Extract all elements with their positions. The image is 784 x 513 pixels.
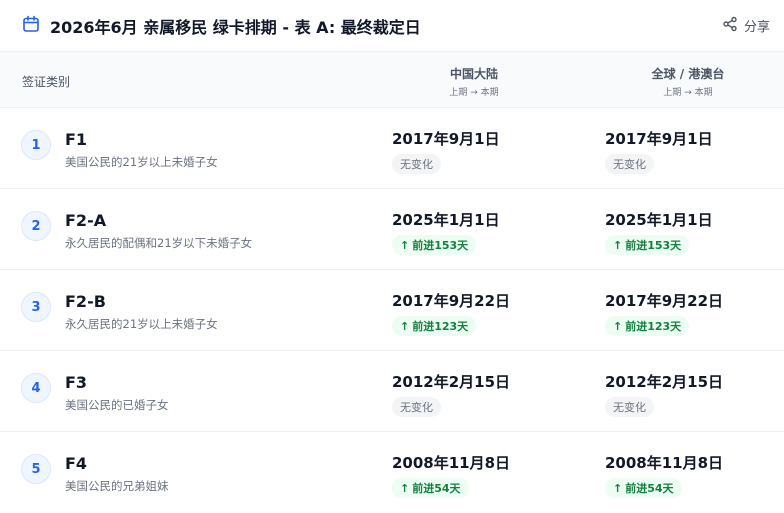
row-number: 3 bbox=[21, 292, 51, 322]
date-value: 2017年9月22日 bbox=[392, 292, 511, 310]
share-icon bbox=[722, 16, 738, 36]
category-description: 美国公民的21岁以上未婚子女 bbox=[65, 155, 218, 169]
badge-text: 前进54天 bbox=[412, 482, 461, 495]
arrow-up-icon: ↑ bbox=[400, 481, 410, 495]
date-value: 2025年1月1日 bbox=[605, 211, 713, 229]
date-value: 2012年2月15日 bbox=[605, 373, 724, 391]
date-value: 2017年9月1日 bbox=[392, 130, 500, 148]
badge-text: 无变化 bbox=[613, 158, 646, 171]
category-description: 永久居民的21岁以上未婚子女 bbox=[65, 317, 218, 331]
date-value: 2008年11月8日 bbox=[605, 454, 724, 472]
category-column-header: 签证类别 bbox=[22, 75, 71, 89]
category-cell: F2-A 永久居民的配偶和21岁以下未婚子女 bbox=[65, 211, 252, 251]
badge-text: 无变化 bbox=[613, 401, 646, 414]
global-date-cell: 2012年2月15日 无变化 bbox=[605, 371, 723, 417]
date-value: 2017年9月1日 bbox=[605, 130, 713, 148]
arrow-up-icon: ↑ bbox=[613, 319, 623, 333]
column-subtitle: 上期 → 本期 bbox=[449, 88, 499, 98]
column-subtitle: 上期 → 本期 bbox=[663, 88, 713, 98]
global-date-cell: 2017年9月1日 无变化 bbox=[605, 128, 713, 174]
badge-text: 前进123天 bbox=[625, 320, 682, 333]
badge-text: 前进153天 bbox=[412, 239, 469, 252]
category-cell: F1 美国公民的21岁以上未婚子女 bbox=[65, 130, 218, 170]
table-header: 签证类别 中国大陆 上期 → 本期 全球 / 港澳台 上期 → 本期 bbox=[0, 52, 784, 108]
category-cell: F2-B 永久居民的21岁以上未婚子女 bbox=[65, 292, 218, 332]
table-row[interactable]: 4 F3 美国公民的已婚子女 2012年2月15日 无变化 2012年2月15日… bbox=[0, 351, 784, 432]
category-description: 美国公民的兄弟姐妹 bbox=[65, 479, 169, 493]
date-value: 2025年1月1日 bbox=[392, 211, 500, 229]
category-code: F4 bbox=[65, 454, 88, 473]
table-body: 1 F1 美国公民的21岁以上未婚子女 2017年9月1日 无变化 2017年9… bbox=[0, 108, 784, 513]
row-number: 1 bbox=[21, 130, 51, 160]
category-code: F1 bbox=[65, 130, 88, 149]
china-date-cell: 2017年9月22日 ↑ 前进123天 bbox=[392, 290, 510, 336]
arrow-up-icon: ↑ bbox=[613, 481, 623, 495]
badge-text: 前进54天 bbox=[625, 482, 674, 495]
china-date-cell: 2025年1月1日 ↑ 前进153天 bbox=[392, 209, 500, 255]
category-description: 永久居民的配偶和21岁以下未婚子女 bbox=[65, 236, 253, 250]
china-date-cell: 2012年2月15日 无变化 bbox=[392, 371, 510, 417]
global-date-cell: 2008年11月8日 ↑ 前进54天 bbox=[605, 452, 723, 498]
status-badge: ↑ 前进123天 bbox=[605, 316, 690, 336]
column-header-china: 中国大陆 上期 → 本期 bbox=[394, 65, 554, 98]
global-date-cell: 2025年1月1日 ↑ 前进153天 bbox=[605, 209, 713, 255]
badge-text: 前进153天 bbox=[625, 239, 682, 252]
status-badge: ↑ 前进123天 bbox=[392, 316, 477, 336]
row-number: 2 bbox=[21, 211, 51, 241]
date-value: 2012年2月15日 bbox=[392, 373, 511, 391]
category-cell: F3 美国公民的已婚子女 bbox=[65, 373, 169, 413]
table-row[interactable]: 5 F4 美国公民的兄弟姐妹 2008年11月8日 ↑ 前进54天 2008年11… bbox=[0, 432, 784, 513]
status-badge: 无变化 bbox=[605, 397, 654, 417]
badge-text: 前进123天 bbox=[412, 320, 469, 333]
status-badge: 无变化 bbox=[392, 397, 441, 417]
status-badge: 无变化 bbox=[392, 154, 441, 174]
date-value: 2008年11月8日 bbox=[392, 454, 511, 472]
status-badge: ↑ 前进54天 bbox=[605, 478, 682, 498]
table-row[interactable]: 1 F1 美国公民的21岁以上未婚子女 2017年9月1日 无变化 2017年9… bbox=[0, 108, 784, 189]
table-row[interactable]: 2 F2-A 永久居民的配偶和21岁以下未婚子女 2025年1月1日 ↑ 前进15… bbox=[0, 189, 784, 270]
badge-text: 无变化 bbox=[400, 401, 433, 414]
page-title: 2026年6月 亲属移民 绿卡排期 - 表 A: 最终裁定日 bbox=[50, 17, 421, 37]
title-group: 2026年6月 亲属移民 绿卡排期 - 表 A: 最终裁定日 bbox=[22, 14, 421, 38]
category-code: F2-B bbox=[65, 292, 106, 311]
china-date-cell: 2008年11月8日 ↑ 前进54天 bbox=[392, 452, 510, 498]
column-name: 中国大陆 bbox=[449, 67, 498, 81]
share-label: 分享 bbox=[743, 20, 770, 35]
row-number: 5 bbox=[21, 454, 51, 484]
arrow-up-icon: ↑ bbox=[613, 238, 623, 252]
arrow-up-icon: ↑ bbox=[400, 238, 410, 252]
status-badge: ↑ 前进153天 bbox=[605, 235, 690, 255]
column-header-global: 全球 / 港澳台 上期 → 本期 bbox=[608, 65, 768, 98]
status-badge: ↑ 前进54天 bbox=[392, 478, 469, 498]
category-cell: F4 美国公民的兄弟姐妹 bbox=[65, 454, 169, 494]
arrow-up-icon: ↑ bbox=[400, 319, 410, 333]
badge-text: 无变化 bbox=[400, 158, 433, 171]
date-value: 2017年9月22日 bbox=[605, 292, 724, 310]
status-badge: ↑ 前进153天 bbox=[392, 235, 477, 255]
category-description: 美国公民的已婚子女 bbox=[65, 398, 169, 412]
china-date-cell: 2017年9月1日 无变化 bbox=[392, 128, 500, 174]
column-name: 全球 / 港澳台 bbox=[651, 67, 725, 81]
category-code: F3 bbox=[65, 373, 88, 392]
status-badge: 无变化 bbox=[605, 154, 654, 174]
global-date-cell: 2017年9月22日 ↑ 前进123天 bbox=[605, 290, 723, 336]
category-code: F2-A bbox=[65, 211, 107, 230]
table-row[interactable]: 3 F2-B 永久居民的21岁以上未婚子女 2017年9月22日 ↑ 前进123天… bbox=[0, 270, 784, 351]
share-button[interactable]: 分享 bbox=[722, 16, 770, 36]
row-number: 4 bbox=[21, 373, 51, 403]
page-header: 2026年6月 亲属移民 绿卡排期 - 表 A: 最终裁定日 分享 bbox=[0, 0, 784, 52]
calendar-icon bbox=[22, 15, 40, 37]
